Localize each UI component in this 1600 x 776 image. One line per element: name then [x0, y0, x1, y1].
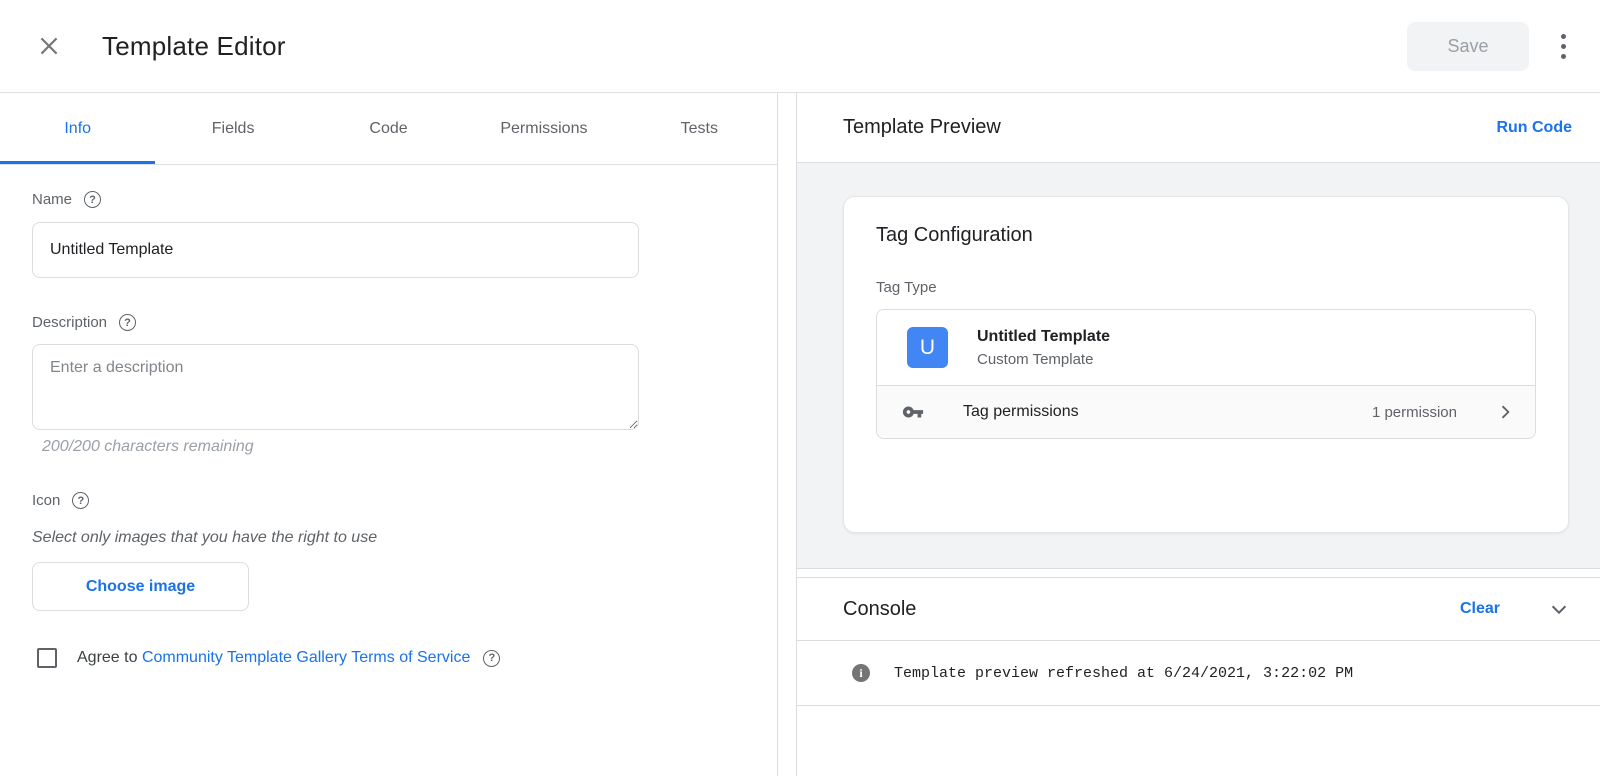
run-code-link[interactable]: Run Code [1496, 119, 1572, 137]
preview-panel: Template Preview Run Code Tag Configurat… [796, 93, 1600, 776]
editor-panel: Info Fields Code Permissions Tests Name … [0, 93, 778, 776]
key-icon [902, 401, 924, 423]
tag-type-box: U Untitled Template Custom Template Tag [876, 309, 1536, 439]
choose-image-button[interactable]: Choose image [32, 562, 249, 611]
console-message-row: i Template preview refreshed at 6/24/202… [797, 641, 1600, 706]
description-textarea[interactable] [32, 344, 639, 430]
preview-title: Template Preview [843, 116, 1001, 139]
editor-tabs: Info Fields Code Permissions Tests [0, 93, 777, 165]
name-help-icon[interactable]: ? [84, 191, 101, 208]
chars-remaining: 200/200 characters remaining [42, 438, 745, 456]
chevron-right-icon [1495, 402, 1515, 422]
panel-divider [778, 93, 796, 776]
permissions-count: 1 permission [1372, 404, 1457, 421]
console-header: Console Clear [797, 577, 1600, 641]
agree-help-icon[interactable]: ? [483, 650, 500, 667]
tag-icon: U [907, 327, 948, 368]
icon-label: Icon [32, 492, 60, 509]
tab-permissions[interactable]: Permissions [466, 93, 621, 164]
tag-type-label: Tag Type [876, 279, 1536, 296]
preview-area: Tag Configuration Tag Type U Untitled Te… [797, 163, 1600, 569]
icon-help-icon[interactable]: ? [72, 492, 89, 509]
tab-tests[interactable]: Tests [622, 93, 777, 164]
tos-link[interactable]: Community Template Gallery Terms of Serv… [142, 649, 470, 666]
console-title: Console [843, 598, 916, 621]
page-title: Template Editor [102, 31, 286, 62]
tag-permissions-row[interactable]: Tag permissions 1 permission [877, 385, 1535, 438]
info-form: Name ? Description ? 200/200 characters … [0, 165, 777, 668]
name-label: Name [32, 191, 72, 208]
tag-name: Untitled Template [977, 328, 1110, 346]
tag-type-row[interactable]: U Untitled Template Custom Template [877, 310, 1535, 385]
tag-config-card: Tag Configuration Tag Type U Untitled Te… [843, 196, 1569, 533]
close-icon[interactable] [32, 29, 66, 63]
console-clear-link[interactable]: Clear [1460, 600, 1500, 618]
tag-config-title: Tag Configuration [876, 224, 1536, 247]
info-icon: i [852, 664, 870, 682]
name-input[interactable] [32, 222, 639, 278]
save-button[interactable]: Save [1407, 22, 1529, 71]
description-help-icon[interactable]: ? [119, 314, 136, 331]
tab-code[interactable]: Code [311, 93, 466, 164]
agree-checkbox[interactable] [37, 648, 57, 668]
tag-kind: Custom Template [977, 351, 1110, 368]
permissions-label: Tag permissions [963, 403, 1079, 421]
tab-fields[interactable]: Fields [155, 93, 310, 164]
description-label: Description [32, 314, 107, 331]
console-message: Template preview refreshed at 6/24/2021,… [894, 665, 1353, 682]
chevron-down-icon[interactable] [1548, 598, 1570, 620]
icon-hint: Select only images that you have the rig… [32, 529, 745, 547]
tab-info[interactable]: Info [0, 93, 155, 164]
kebab-menu-icon[interactable] [1555, 28, 1572, 65]
agree-text: Agree to Community Template Gallery Term… [77, 649, 470, 667]
top-bar: Template Editor Save [0, 0, 1600, 93]
